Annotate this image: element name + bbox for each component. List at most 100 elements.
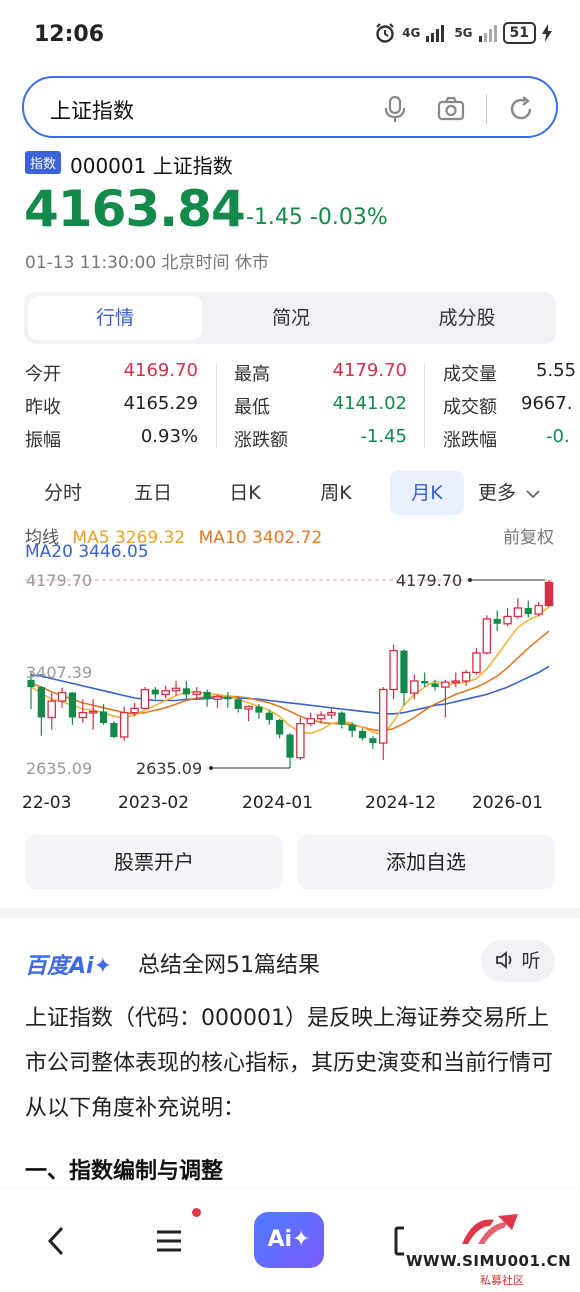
battery-icon: 51 — [502, 22, 536, 44]
stat-value: 4179.70 — [332, 360, 407, 381]
watermark-url: WWW.SIMU001.CN — [406, 1252, 572, 1270]
ai-summary-title: 总结全网51篇结果 — [138, 953, 320, 978]
candle-body — [140, 688, 150, 710]
stat-value: -1.45 — [360, 426, 407, 447]
candle-body — [400, 650, 408, 694]
candle-body — [182, 688, 190, 695]
status-time: 12:06 — [34, 22, 105, 47]
tab-overview[interactable]: 简况 — [204, 296, 378, 340]
tab-monthly-k[interactable]: 月K — [390, 471, 464, 515]
stat-label: 最高 — [234, 364, 270, 385]
notification-dot — [192, 1208, 201, 1217]
candle-body — [431, 683, 439, 688]
candle-body — [99, 711, 108, 723]
candle-body — [57, 691, 67, 702]
stat-value: 9667. — [521, 393, 573, 414]
ma20-value: MA20 3446.05 — [25, 542, 149, 562]
candle-body — [286, 734, 294, 758]
tab-quotes[interactable]: 行情 — [28, 296, 202, 340]
candle-body — [110, 722, 118, 737]
candle-body — [130, 707, 139, 714]
candle-body — [461, 671, 471, 682]
camera-icon[interactable] — [436, 94, 466, 124]
candle-body — [244, 705, 253, 710]
candle-body — [192, 691, 202, 696]
stock-price: 4163.84 — [24, 180, 246, 238]
add-watchlist-button[interactable]: 添加自选 — [297, 835, 555, 889]
min-marker-label: 2635.09 — [136, 759, 202, 778]
refresh-icon[interactable] — [506, 94, 536, 124]
candle-body — [119, 711, 129, 738]
tab-constituents[interactable]: 成分股 — [380, 296, 554, 340]
back-icon[interactable] — [44, 1224, 70, 1258]
candle-body — [421, 680, 429, 684]
stat-value: 0.93% — [140, 426, 198, 447]
candle-body — [503, 615, 512, 625]
candle-body — [378, 688, 388, 744]
x-axis-label: 2024-01 — [242, 793, 313, 813]
candle-body — [358, 730, 367, 739]
stat-label: 昨收 — [25, 397, 61, 418]
y-axis-top-label: 4179.70 — [26, 571, 92, 590]
open-account-button[interactable]: 股票开户 — [25, 835, 283, 889]
max-marker-label: 4179.70 — [396, 571, 462, 590]
signal-5g-icon — [478, 24, 497, 42]
candle-body — [37, 687, 45, 718]
stat-label: 今开 — [25, 364, 61, 385]
tab-five-day[interactable]: 五日 — [120, 471, 186, 515]
network-4g-label: 4G — [402, 26, 421, 40]
tab-more[interactable]: 更多 — [478, 471, 554, 515]
candle-body — [265, 712, 273, 720]
candle-body — [410, 680, 419, 694]
ai-assistant-button[interactable]: Ai✦ — [254, 1212, 324, 1268]
search-input[interactable]: 上证指数 — [50, 95, 134, 125]
menu-icon[interactable] — [154, 1226, 184, 1256]
stat-value: 5.55 — [536, 360, 577, 381]
stat-label: 涨跌额 — [234, 430, 288, 451]
candle-body — [451, 680, 461, 684]
candle-body — [534, 604, 543, 615]
candle-body — [482, 618, 492, 654]
tab-intraday[interactable]: 分时 — [30, 471, 96, 515]
candle-body — [369, 738, 377, 744]
candle-body — [276, 719, 284, 735]
charging-icon — [542, 24, 552, 42]
candle-body — [203, 691, 211, 700]
y-axis-mid-label: 3407.39 — [26, 663, 92, 682]
candle-body — [234, 699, 242, 709]
info-tabs: 行情 简况 成分股 — [24, 292, 556, 344]
kline-chart[interactable]: 4179.70 3407.39 2635.09 4179.70 2635.09 22-03… — [0, 560, 580, 820]
listen-button[interactable]: 听 — [481, 940, 555, 982]
candle-body — [68, 692, 77, 718]
tab-weekly-k[interactable]: 周K — [303, 471, 369, 515]
tab-more-label: 更多 — [478, 482, 517, 504]
ma20-line — [30, 665, 550, 715]
stat-value: 4141.02 — [332, 393, 407, 414]
adjust-mode[interactable]: 前复权 — [503, 523, 554, 548]
microphone-icon[interactable] — [380, 94, 410, 124]
baidu-ai-logo: 百度Ai✦ — [25, 954, 113, 979]
stats-divider — [216, 362, 217, 448]
candle-body — [47, 700, 56, 719]
stat-label: 涨跌幅 — [443, 430, 497, 451]
chevron-down-icon — [526, 489, 540, 498]
stat-label: 最低 — [234, 397, 270, 418]
status-icons: 4G 5G 51 — [374, 22, 552, 44]
status-bar: 12:06 4G 5G 51 — [0, 0, 580, 70]
trade-time: 01-13 11:30:00 北京时间 休市 — [25, 253, 269, 273]
candle-body — [255, 706, 263, 713]
candle-body — [348, 724, 356, 731]
x-axis-label: 22-03 — [22, 793, 71, 813]
stock-code-name: 000001 上证指数 — [70, 154, 233, 178]
ma10-value: MA10 3402.72 — [198, 528, 323, 548]
x-axis-label: 2026-01 — [472, 793, 543, 813]
candle-body — [316, 714, 326, 720]
stat-value: 4169.70 — [123, 360, 198, 381]
search-bar[interactable]: 上证指数 — [22, 76, 558, 138]
alarm-icon — [376, 23, 394, 43]
candle-body — [78, 711, 88, 719]
max-marker-dot — [468, 578, 472, 582]
candle-body — [389, 649, 398, 691]
speaker-icon — [496, 951, 512, 969]
tab-daily-k[interactable]: 日K — [212, 471, 278, 515]
